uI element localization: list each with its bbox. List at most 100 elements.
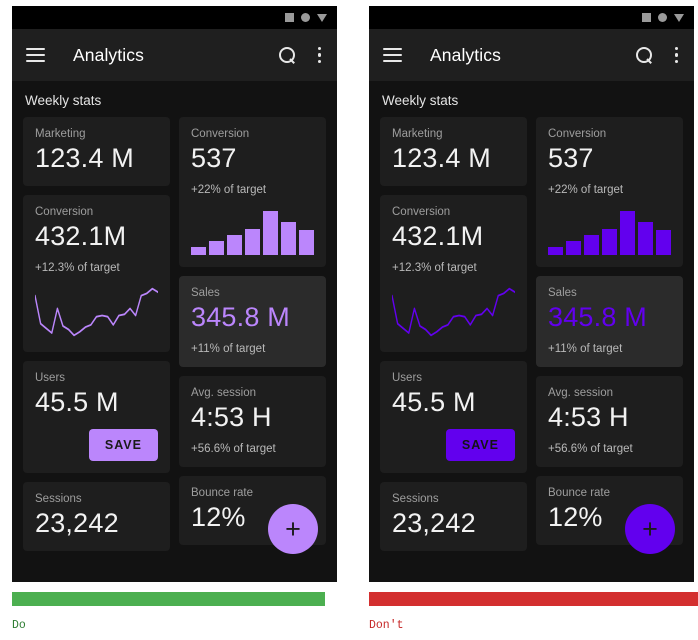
line-chart — [35, 284, 158, 340]
card-sessions[interactable]: Sessions 23,242 — [380, 482, 527, 551]
hamburger-menu-icon[interactable] — [26, 48, 45, 62]
card-subtext: +11% of target — [191, 343, 266, 355]
card-actions: SAVE — [35, 429, 158, 461]
card-marketing[interactable]: Marketing 123.4 M — [380, 117, 527, 186]
bar-chart-bar — [299, 230, 314, 255]
card-conversion-count[interactable]: Conversion 537 +22% of target — [179, 117, 326, 267]
card-users[interactable]: Users 45.5 M SAVE — [23, 361, 170, 473]
bar-chart-bar — [281, 222, 296, 255]
card-conversion[interactable]: Conversion 432.1M +12.3% of target — [23, 195, 170, 352]
card-column-left: Marketing 123.4 M Conversion 432.1M +12.… — [23, 117, 170, 551]
card-label: Bounce rate — [191, 487, 254, 499]
app-bar-actions — [278, 45, 324, 66]
card-sales[interactable]: Sales 345.8 M +11% of target — [179, 276, 326, 367]
plus-icon[interactable]: + — [625, 504, 675, 554]
card-label: Sales — [191, 287, 220, 299]
card-sales[interactable]: Sales 345.8 M +11% of target — [536, 276, 683, 367]
card-value: 4:53 H — [548, 402, 629, 432]
triangle-down-icon — [317, 13, 327, 22]
card-subtext: +22% of target — [548, 184, 624, 196]
card-sessions[interactable]: Sessions 23,242 — [23, 482, 170, 551]
card-column-left: Marketing 123.4 M Conversion 432.1M +12.… — [380, 117, 527, 551]
status-bar — [369, 6, 694, 29]
circle-icon — [301, 13, 310, 22]
card-label: Users — [392, 372, 423, 384]
do-bar — [12, 592, 325, 606]
card-label: Avg. session — [191, 387, 256, 399]
bar-chart-bar — [209, 241, 224, 255]
card-actions: SAVE — [392, 429, 515, 461]
bar-chart-bar — [620, 211, 635, 255]
page-title: Analytics — [430, 44, 501, 65]
square-icon — [285, 13, 294, 22]
content-area-dont: Weekly stats Marketing 123.4 M Conversio… — [369, 81, 694, 582]
card-label: Marketing — [392, 128, 443, 140]
bar-chart-bar — [263, 211, 278, 255]
card-value: 432.1M — [392, 221, 484, 251]
card-avg-session[interactable]: Avg. session 4:53 H +56.6% of target — [536, 376, 683, 467]
card-label: Conversion — [35, 206, 94, 218]
card-label: Avg. session — [548, 387, 613, 399]
card-grid: Marketing 123.4 M Conversion 432.1M +12.… — [23, 117, 326, 551]
circle-icon — [658, 13, 667, 22]
card-subtext: +56.6% of target — [548, 443, 633, 455]
card-label: Sales — [548, 287, 577, 299]
page-title: Analytics — [73, 44, 144, 65]
bar-chart-bar — [227, 235, 242, 255]
card-subtext: +12.3% of target — [392, 262, 477, 274]
card-subtext: +22% of target — [191, 184, 267, 196]
card-marketing[interactable]: Marketing 123.4 M — [23, 117, 170, 186]
card-value: 432.1M — [35, 221, 127, 251]
dont-panel: Analytics Weekly stats Marketing 123.4 M — [349, 0, 698, 640]
do-panel: Analytics Weekly stats Marketing 123.4 M — [0, 0, 349, 640]
line-chart — [392, 284, 515, 340]
card-label: Bounce rate — [548, 487, 611, 499]
bar-chart-bar — [191, 247, 206, 255]
app-bar: Analytics — [12, 29, 337, 81]
content-area-do: Weekly stats Marketing 123.4 M Conversio… — [12, 81, 337, 582]
app-bar: Analytics — [369, 29, 694, 81]
card-subtext: +11% of target — [548, 343, 623, 355]
card-column-right: Conversion 537 +22% of target Sales 345.… — [536, 117, 683, 551]
card-label: Users — [35, 372, 66, 384]
bar-chart-bar — [602, 229, 617, 255]
save-button[interactable]: SAVE — [88, 429, 158, 461]
card-value: 23,242 — [392, 508, 476, 538]
card-label: Conversion — [392, 206, 451, 218]
card-subtext: +12.3% of target — [35, 262, 120, 274]
search-icon[interactable] — [635, 47, 652, 63]
card-label: Conversion — [548, 128, 607, 140]
card-avg-session[interactable]: Avg. session 4:53 H +56.6% of target — [179, 376, 326, 467]
save-button[interactable]: SAVE — [445, 429, 515, 461]
bar-chart — [548, 209, 671, 255]
bar-chart — [191, 209, 314, 255]
bar-chart-bar — [638, 222, 653, 255]
dont-bar — [369, 592, 698, 606]
card-value: 123.4 M — [392, 143, 491, 173]
phone-mockup-dont: Analytics Weekly stats Marketing 123.4 M — [369, 6, 694, 582]
search-icon[interactable] — [278, 47, 295, 63]
card-users[interactable]: Users 45.5 M SAVE — [380, 361, 527, 473]
card-value: 45.5 M — [392, 387, 476, 417]
card-value: 345.8 M — [191, 302, 290, 332]
card-grid: Marketing 123.4 M Conversion 432.1M +12.… — [380, 117, 683, 551]
card-conversion[interactable]: Conversion 432.1M +12.3% of target — [380, 195, 527, 352]
plus-icon[interactable]: + — [268, 504, 318, 554]
status-bar — [12, 6, 337, 29]
comparison-page: Analytics Weekly stats Marketing 123.4 M — [0, 0, 698, 640]
section-title: Weekly stats — [382, 93, 459, 108]
hamburger-menu-icon[interactable] — [383, 48, 402, 62]
section-title: Weekly stats — [25, 93, 102, 108]
square-icon — [642, 13, 651, 22]
more-vert-icon[interactable] — [673, 45, 681, 66]
card-value: 537 — [548, 143, 594, 173]
card-label: Sessions — [392, 493, 439, 505]
card-value: 537 — [191, 143, 237, 173]
app-bar-actions — [635, 45, 681, 66]
bar-chart-bar — [245, 229, 260, 255]
do-caption: Do — [12, 619, 26, 632]
more-vert-icon[interactable] — [316, 45, 324, 66]
card-label: Conversion — [191, 128, 250, 140]
card-conversion-count[interactable]: Conversion 537 +22% of target — [536, 117, 683, 267]
card-value: 4:53 H — [191, 402, 272, 432]
